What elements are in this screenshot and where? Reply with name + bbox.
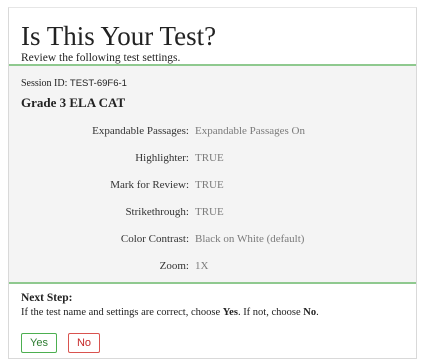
setting-value: 1X <box>195 259 209 272</box>
setting-highlighter: Highlighter: TRUE <box>21 144 416 171</box>
test-info-panel: Session ID: TEST-69F6-1 Grade 3 ELA CAT … <box>9 66 416 284</box>
instruction-text: . If not, choose <box>237 307 304 318</box>
setting-label: Strikethrough: <box>125 205 189 218</box>
test-confirmation-card: Is This Your Test? Review the following … <box>8 7 417 359</box>
setting-strikethrough: Strikethrough: TRUE <box>21 198 416 225</box>
instruction-no: No <box>303 307 317 318</box>
instruction-text: . <box>316 307 319 318</box>
header: Is This Your Test? Review the following … <box>9 8 416 66</box>
setting-value: TRUE <box>195 205 224 218</box>
setting-color-contrast: Color Contrast: Black on White (default) <box>21 225 416 252</box>
button-group: Yes No <box>21 333 416 353</box>
setting-label: Zoom: <box>159 259 189 272</box>
setting-value: TRUE <box>195 178 224 191</box>
settings-list: Expandable Passages: Expandable Passages… <box>21 117 416 279</box>
setting-label: Color Contrast: <box>120 232 189 245</box>
setting-value: TRUE <box>195 151 224 164</box>
setting-value: Expandable Passages On <box>195 124 305 137</box>
session-id: Session ID: TEST-69F6-1 <box>21 78 416 90</box>
next-step-title: Next Step: <box>21 292 73 304</box>
yes-button[interactable]: Yes <box>21 333 57 353</box>
page-title: Is This Your Test? <box>21 21 217 51</box>
setting-zoom: Zoom: 1X <box>21 252 416 279</box>
next-step-instructions: If the test name and settings are correc… <box>21 306 416 319</box>
test-name: Grade 3 ELA CAT <box>21 95 126 110</box>
setting-mark-for-review: Mark for Review: TRUE <box>21 171 416 198</box>
session-id-label: Session ID: <box>21 78 70 89</box>
setting-label: Highlighter: <box>135 151 189 164</box>
setting-label: Expandable Passages: <box>92 124 189 137</box>
session-id-value: TEST-69F6-1 <box>69 78 127 89</box>
setting-expandable-passages: Expandable Passages: Expandable Passages… <box>21 117 416 144</box>
instruction-yes: Yes <box>222 307 238 318</box>
page-subtitle: Review the following test settings. <box>21 52 181 64</box>
next-step-section: Next Step: If the test name and settings… <box>9 284 416 353</box>
setting-label: Mark for Review: <box>110 178 189 191</box>
no-button[interactable]: No <box>67 333 101 353</box>
instruction-text: If the test name and settings are correc… <box>21 307 223 318</box>
setting-value: Black on White (default) <box>195 232 305 245</box>
